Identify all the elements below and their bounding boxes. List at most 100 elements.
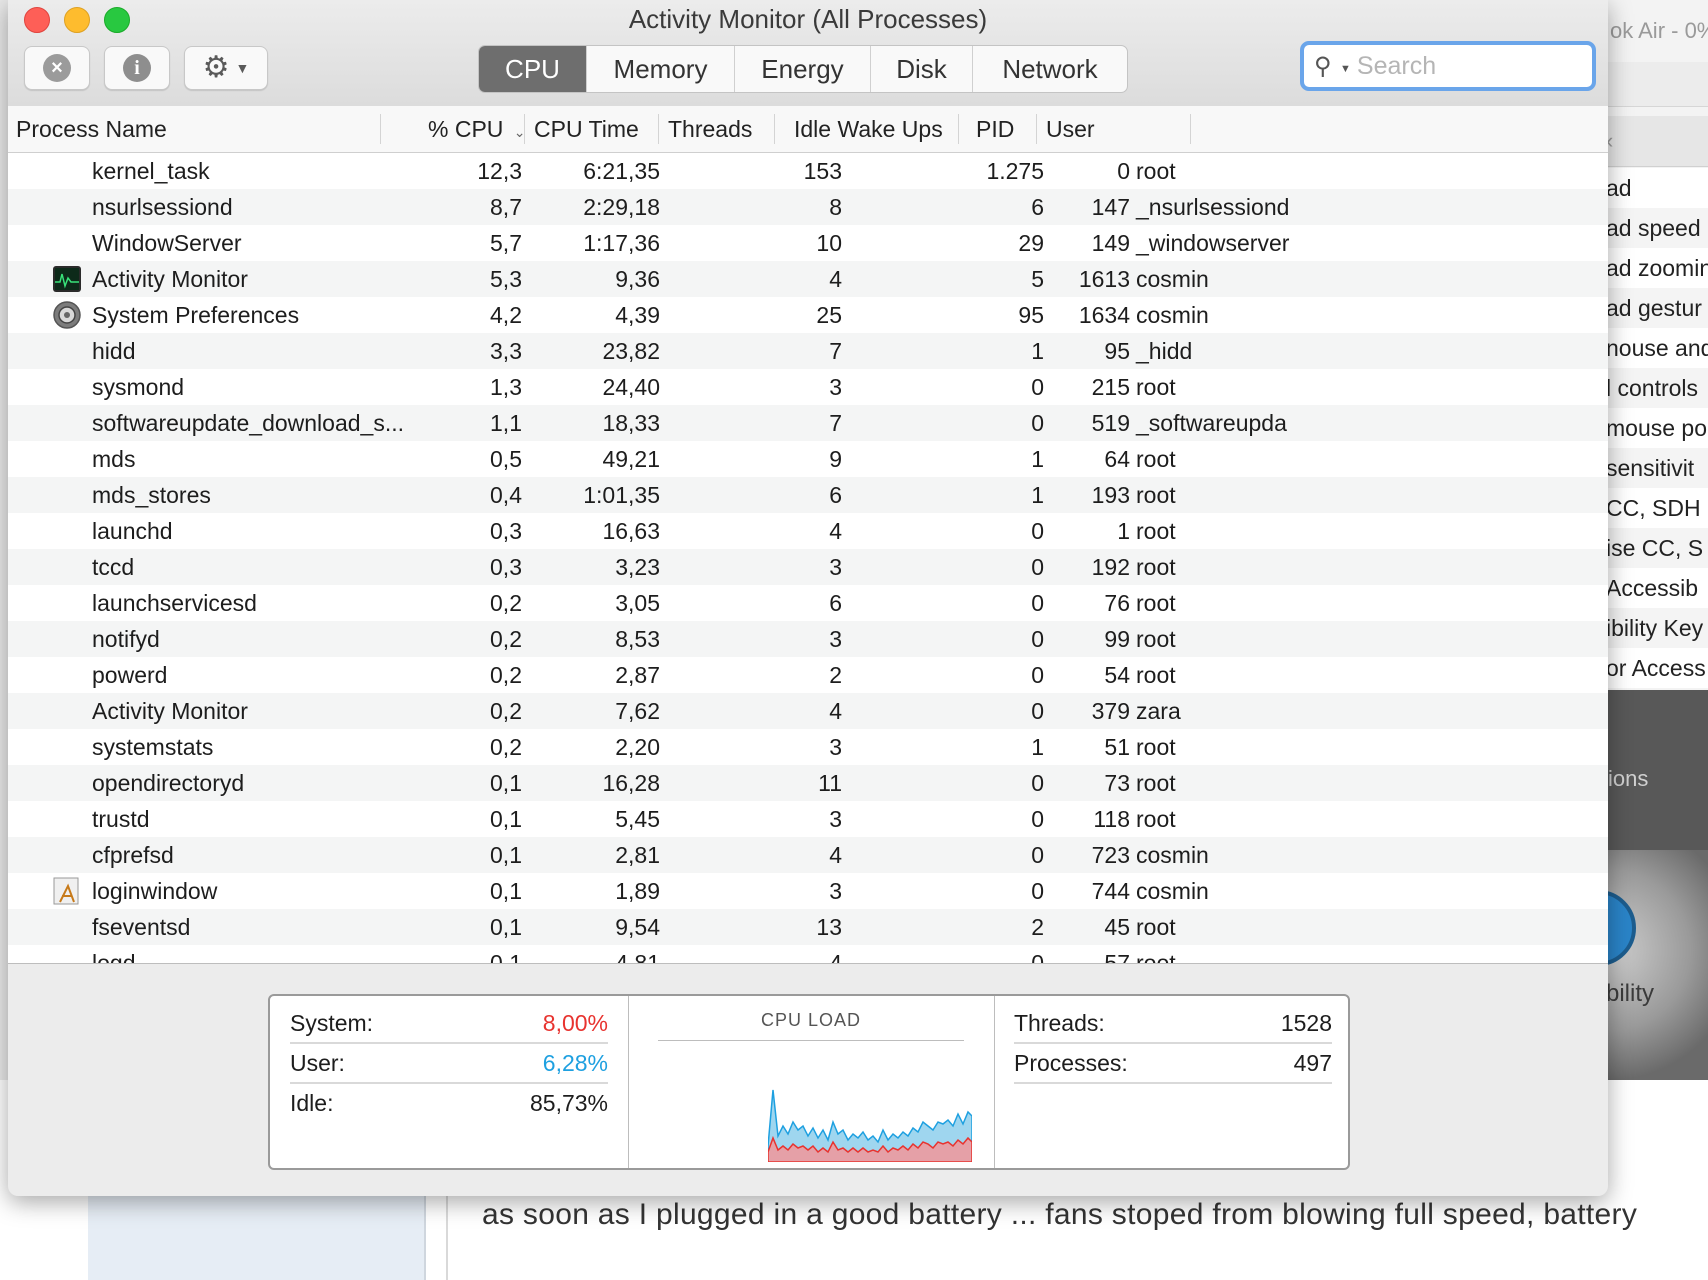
- cell-threads: 11: [818, 770, 842, 796]
- cell-cpu: 4,2: [490, 302, 522, 328]
- action-menu-button[interactable]: ⚙ ▼: [184, 46, 268, 90]
- cell-idle: 1: [1031, 446, 1044, 472]
- cell-pid: 95: [1104, 338, 1130, 364]
- column-separator[interactable]: [774, 114, 775, 144]
- table-row[interactable]: Activity Monitor 5,3 9,36 4 5 1613 cosmin: [8, 261, 1608, 297]
- tab-energy[interactable]: Energy: [735, 46, 871, 92]
- table-row[interactable]: softwareupdate_download_s... 1,1 18,33 7 0 51…: [8, 405, 1608, 441]
- column-separator[interactable]: [524, 114, 525, 144]
- background-list-item[interactable]: sensitivit: [1600, 448, 1708, 488]
- cell-name: fseventsd: [92, 914, 191, 940]
- table-row[interactable]: trustd 0,1 5,45 3 0 118 root: [8, 801, 1608, 837]
- cell-cpu: 8,7: [490, 194, 522, 220]
- background-label: ions: [1608, 766, 1649, 791]
- background-list-item[interactable]: Accessib: [1600, 568, 1708, 608]
- cell-threads: 4: [829, 950, 842, 964]
- cell-threads: 8: [829, 194, 842, 220]
- background-list-item[interactable]: ise CC, S: [1600, 528, 1708, 568]
- cell-threads: 4: [829, 518, 842, 544]
- column-separator[interactable]: [658, 114, 659, 144]
- cell-time: 8,53: [615, 626, 660, 652]
- table-row[interactable]: Activity Monitor 0,2 7,62 4 0 379 zara: [8, 693, 1608, 729]
- background-list-item[interactable]: mouse po: [1600, 408, 1708, 448]
- column-separator[interactable]: [958, 114, 959, 144]
- table-row[interactable]: systemstats 0,2 2,20 3 1 51 root: [8, 729, 1608, 765]
- cell-time: 3,23: [615, 554, 660, 580]
- column-separator[interactable]: [380, 114, 381, 144]
- cpu-load-graph: [768, 1089, 972, 1162]
- background-list-item[interactable]: ad: [1600, 168, 1708, 208]
- user-row: User: 6,28%: [290, 1044, 608, 1084]
- cell-user: _softwareupda: [1136, 410, 1287, 436]
- column-separator[interactable]: [1190, 114, 1191, 144]
- table-row[interactable]: hidd 3,3 23,82 7 1 95 _hidd: [8, 333, 1608, 369]
- cell-pid: 379: [1091, 698, 1130, 724]
- cell-user: cosmin: [1136, 842, 1209, 868]
- cell-idle: 0: [1031, 590, 1044, 616]
- cell-pid: 1634: [1078, 302, 1130, 328]
- table-row[interactable]: fseventsd 0,1 9,54 13 2 45 root: [8, 909, 1608, 945]
- table-row[interactable]: loginwindow 0,1 1,89 3 0 744 cosmin: [8, 873, 1608, 909]
- table-row[interactable]: launchservicesd 0,2 3,05 6 0 76 root: [8, 585, 1608, 621]
- cell-name: trustd: [92, 806, 150, 832]
- cell-user: root: [1136, 662, 1176, 688]
- table-row[interactable]: opendirectoryd 0,1 16,28 11 0 73 root: [8, 765, 1608, 801]
- column-header-user[interactable]: User: [1046, 106, 1095, 152]
- cell-threads: 4: [829, 698, 842, 724]
- table-row[interactable]: sysmond 1,3 24,40 3 0 215 root: [8, 369, 1608, 405]
- table-row[interactable]: tccd 0,3 3,23 3 0 192 root: [8, 549, 1608, 585]
- cell-idle: 0: [1031, 374, 1044, 400]
- table-row[interactable]: launchd 0,3 16,63 4 0 1 root: [8, 513, 1608, 549]
- tab-memory[interactable]: Memory: [587, 46, 735, 92]
- cell-threads: 6: [829, 590, 842, 616]
- cell-pid: 723: [1091, 842, 1130, 868]
- background-list-item[interactable]: ibility Key: [1600, 608, 1708, 648]
- background-gradient: [1600, 850, 1708, 1080]
- cell-cpu: 0,1: [490, 914, 522, 940]
- cell-user: root: [1136, 626, 1176, 652]
- table-row[interactable]: nsurlsessiond 8,7 2:29,18 8 6 147 _nsurlsessio…: [8, 189, 1608, 225]
- column-header-cpu-time[interactable]: CPU Time: [534, 106, 639, 152]
- table-row[interactable]: mds 0,5 49,21 9 1 64 root: [8, 441, 1608, 477]
- cell-pid: 744: [1091, 878, 1130, 904]
- cell-threads: 153: [803, 158, 842, 184]
- column-separator[interactable]: [1036, 114, 1037, 144]
- background-list-item[interactable]: ad zoomin: [1600, 248, 1708, 288]
- table-row[interactable]: powerd 0,2 2,87 2 0 54 root: [8, 657, 1608, 693]
- cell-cpu: 0,4: [490, 482, 522, 508]
- background-list-item[interactable]: ad speed: [1600, 208, 1708, 248]
- cell-cpu: 5,7: [490, 230, 522, 256]
- background-list-item[interactable]: l controls: [1600, 368, 1708, 408]
- column-header-threads[interactable]: Threads: [668, 106, 752, 152]
- table-row[interactable]: notifyd 0,2 8,53 3 0 99 root: [8, 621, 1608, 657]
- background-toolbar: [1600, 62, 1708, 107]
- table-row[interactable]: kernel_task 12,3 6:21,35 153 1.275 0 root: [8, 153, 1608, 189]
- table-row[interactable]: WindowServer 5,7 1:17,36 10 29 149 _windowserv…: [8, 225, 1608, 261]
- table-row[interactable]: mds_stores 0,4 1:01,35 6 1 193 root: [8, 477, 1608, 513]
- search-input[interactable]: [1354, 50, 1579, 82]
- background-list-item[interactable]: or Access: [1600, 648, 1708, 688]
- table-row[interactable]: logd 0,1 4,81 4 0 57 root: [8, 945, 1608, 964]
- cell-threads: 9: [829, 446, 842, 472]
- cell-name: loginwindow: [92, 878, 218, 904]
- cell-user: cosmin: [1136, 266, 1209, 292]
- column-header-cpu[interactable]: % CPU ⌄: [428, 106, 526, 152]
- background-list-item[interactable]: nouse and: [1600, 328, 1708, 368]
- cell-idle: 6: [1031, 194, 1044, 220]
- tab-cpu[interactable]: CPU: [479, 46, 587, 92]
- quit-process-button[interactable]: ×: [24, 46, 90, 90]
- cell-name: sysmond: [92, 374, 185, 400]
- search-field[interactable]: ⚲ ▼: [1300, 41, 1596, 91]
- inspect-process-button[interactable]: i: [104, 46, 170, 90]
- tab-disk[interactable]: Disk: [871, 46, 973, 92]
- tab-network[interactable]: Network: [973, 46, 1127, 92]
- background-list-item[interactable]: CC, SDH: [1600, 488, 1708, 528]
- table-row[interactable]: cfprefsd 0,1 2,81 4 0 723 cosmin: [8, 837, 1608, 873]
- table-row[interactable]: System Preferences 4,2 4,39 25 95 1634 cosmin: [8, 297, 1608, 333]
- column-header-pid[interactable]: PID: [976, 106, 1014, 152]
- background-list-item[interactable]: ad gestur: [1600, 288, 1708, 328]
- cell-name: tccd: [92, 554, 135, 580]
- column-header-idle-wake-ups[interactable]: Idle Wake Ups: [794, 106, 943, 152]
- column-header-process-name[interactable]: Process Name: [16, 106, 167, 152]
- cell-time: 18,33: [602, 410, 660, 436]
